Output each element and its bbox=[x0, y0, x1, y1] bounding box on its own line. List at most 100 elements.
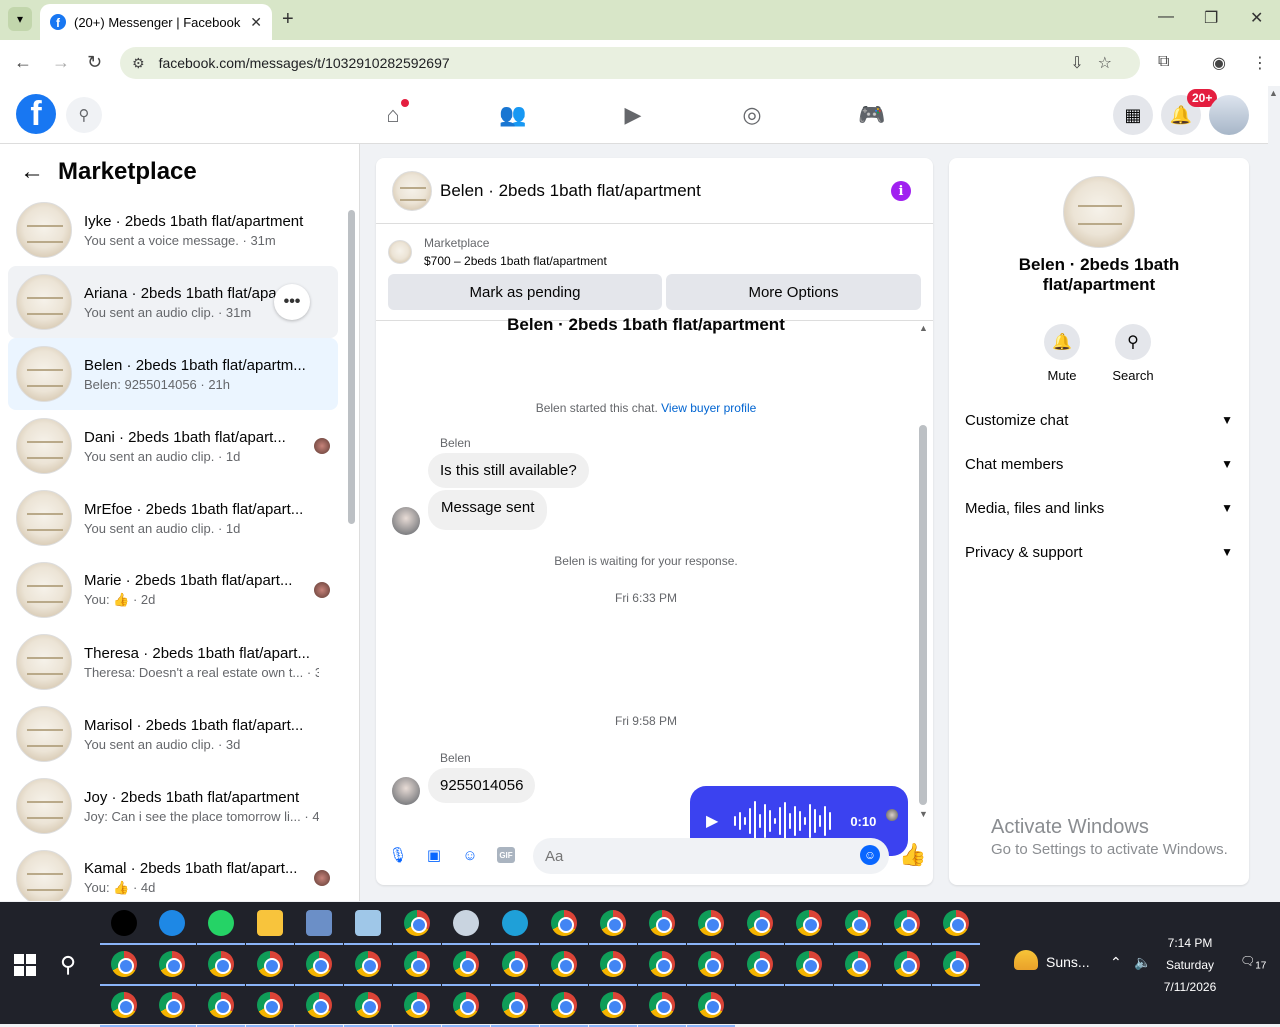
sender-avatar[interactable] bbox=[392, 507, 420, 535]
chrome-icon[interactable] bbox=[551, 992, 577, 1018]
conversation-item[interactable]: Marie · 2beds 1bath flat/apart... You: 👍 … bbox=[8, 554, 338, 626]
chrome-icon[interactable] bbox=[747, 910, 773, 936]
groups-icon[interactable]: ◎ bbox=[738, 102, 766, 128]
more-options-icon[interactable]: ••• bbox=[274, 284, 310, 320]
extensions-icon[interactable]: ⧉ bbox=[1158, 53, 1169, 71]
chat-members-row[interactable]: Chat members ▼ bbox=[965, 442, 1233, 486]
chrome-icon[interactable] bbox=[159, 951, 185, 977]
emoji-icon[interactable]: ☺ bbox=[860, 845, 880, 865]
chrome-icon[interactable] bbox=[747, 951, 773, 977]
chrome-icon[interactable] bbox=[257, 992, 283, 1018]
chrome-icon[interactable] bbox=[502, 992, 528, 1018]
edge-icon[interactable] bbox=[502, 910, 528, 936]
photo-icon[interactable]: ▣ bbox=[424, 845, 444, 865]
chrome-icon[interactable] bbox=[551, 910, 577, 936]
volume-icon[interactable]: 🔈 bbox=[1134, 954, 1151, 971]
chrome-menu-icon[interactable]: ⋮ bbox=[1252, 53, 1268, 73]
thread-scrollbar[interactable] bbox=[919, 425, 927, 805]
whatsapp-icon[interactable] bbox=[208, 910, 234, 936]
thread-scroll-down-arrow[interactable]: ▼ bbox=[919, 809, 928, 819]
chrome-icon[interactable] bbox=[649, 992, 675, 1018]
thumbs-up-icon[interactable]: 👍 bbox=[899, 842, 926, 868]
chrome-icon[interactable] bbox=[845, 910, 871, 936]
gaming-icon[interactable]: 🎮 bbox=[858, 102, 886, 128]
conversation-item[interactable]: Theresa · 2beds 1bath flat/apart... There… bbox=[8, 626, 338, 698]
message-bubble[interactable]: 9255014056 bbox=[428, 768, 536, 803]
windows-start-icon[interactable] bbox=[14, 954, 36, 976]
chrome-icon[interactable] bbox=[796, 951, 822, 977]
chat-title[interactable]: Belen · 2beds 1bath flat/apartment bbox=[440, 181, 701, 201]
restore-button[interactable]: ❐ bbox=[1204, 8, 1218, 28]
weather-text[interactable]: Suns... bbox=[1046, 954, 1090, 970]
chrome-icon[interactable] bbox=[208, 992, 234, 1018]
chrome-icon[interactable] bbox=[453, 951, 479, 977]
chrome-icon[interactable] bbox=[551, 951, 577, 977]
chrome-icon[interactable] bbox=[943, 951, 969, 977]
thread-scroll-up-arrow[interactable]: ▲ bbox=[919, 323, 928, 333]
friends-icon[interactable]: 👥 bbox=[499, 102, 527, 128]
taskbar-search-icon[interactable]: ⚲ bbox=[60, 952, 76, 978]
play-icon[interactable]: ▶ bbox=[706, 811, 718, 831]
chrome-icon[interactable] bbox=[649, 951, 675, 977]
taskbar-clock[interactable]: 7:14 PM Saturday 7/11/2026 bbox=[1158, 932, 1222, 998]
minimize-button[interactable]: — bbox=[1158, 8, 1174, 26]
chrome-icon[interactable] bbox=[502, 951, 528, 977]
weather-icon[interactable] bbox=[1014, 950, 1038, 970]
forward-button[interactable]: → bbox=[52, 52, 70, 73]
new-tab-button[interactable]: + bbox=[282, 8, 294, 31]
chrome-icon[interactable] bbox=[600, 910, 626, 936]
paint-icon[interactable] bbox=[453, 910, 479, 936]
chrome-icon[interactable] bbox=[796, 910, 822, 936]
notepad-icon[interactable] bbox=[355, 910, 381, 936]
chrome-icon[interactable] bbox=[894, 910, 920, 936]
view-buyer-profile-link[interactable]: View buyer profile bbox=[661, 401, 756, 415]
conversation-item[interactable]: Belen · 2beds 1bath flat/apartm... Belen:… bbox=[8, 338, 338, 410]
chrome-icon[interactable] bbox=[453, 992, 479, 1018]
sticker-icon[interactable]: ☺ bbox=[460, 845, 480, 865]
chrome-icon[interactable] bbox=[111, 951, 137, 977]
chrome-icon[interactable] bbox=[355, 951, 381, 977]
chrome-icon[interactable] bbox=[306, 992, 332, 1018]
conversation-item[interactable]: MrEfoe · 2beds 1bath flat/apart... You se… bbox=[8, 482, 338, 554]
chrome-icon[interactable] bbox=[943, 910, 969, 936]
chrome-icon[interactable] bbox=[111, 992, 137, 1018]
chrome-icon[interactable] bbox=[208, 951, 234, 977]
video-icon[interactable]: ▶ bbox=[619, 102, 647, 128]
message-bubble[interactable]: Message sent bbox=[428, 490, 548, 530]
chrome-icon[interactable] bbox=[698, 992, 724, 1018]
account-avatar[interactable] bbox=[1209, 95, 1249, 135]
privacy-support-row[interactable]: Privacy & support ▼ bbox=[965, 530, 1233, 574]
microphone-icon[interactable]: 🎙 bbox=[388, 845, 408, 865]
close-tab-icon[interactable]: ✕ bbox=[250, 14, 262, 31]
notification-center-icon[interactable]: 🗨17 bbox=[1240, 954, 1266, 971]
facebook-logo-icon[interactable]: f bbox=[16, 94, 56, 134]
profile-icon[interactable]: ◉ bbox=[1212, 53, 1226, 73]
sender-avatar[interactable] bbox=[392, 777, 420, 805]
chrome-icon[interactable] bbox=[698, 910, 724, 936]
chrome-icon[interactable] bbox=[845, 951, 871, 977]
reload-button[interactable]: ↻ bbox=[87, 52, 102, 73]
install-and-bookmark-icons[interactable]: ⇩☆ bbox=[1070, 53, 1126, 73]
chrome-icon[interactable] bbox=[404, 910, 430, 936]
address-bar[interactable]: ⚙ facebook.com/messages/t/10329102825926… bbox=[120, 47, 1140, 79]
page-scroll-up-arrow[interactable]: ▲ bbox=[1269, 88, 1278, 98]
chrome-icon[interactable] bbox=[600, 992, 626, 1018]
chat-avatar[interactable] bbox=[392, 170, 432, 211]
show-hidden-icons[interactable]: ⌃ bbox=[1110, 954, 1122, 971]
chrome-icon[interactable] bbox=[894, 951, 920, 977]
contact-avatar[interactable] bbox=[1063, 176, 1135, 248]
search-conversation-button[interactable]: ⚲ Search bbox=[1103, 324, 1163, 383]
back-arrow-icon[interactable]: ← bbox=[20, 158, 44, 186]
chrome-icon[interactable] bbox=[159, 992, 185, 1018]
conversation-item[interactable]: Ariana · 2beds 1bath flat/apa... You sent… bbox=[8, 266, 338, 338]
sidebar-scrollbar[interactable] bbox=[348, 210, 355, 524]
conversation-item[interactable]: Joy · 2beds 1bath flat/apartment Joy: Can… bbox=[8, 770, 338, 842]
media-files-links-row[interactable]: Media, files and links ▼ bbox=[965, 486, 1233, 530]
search-icon[interactable]: ⚲ bbox=[66, 97, 102, 133]
conversation-item[interactable]: Iyke · 2beds 1bath flat/apartment You sen… bbox=[8, 194, 338, 266]
close-window-button[interactable]: ✕ bbox=[1250, 8, 1263, 28]
control-panel-icon[interactable] bbox=[306, 910, 332, 936]
site-info-icon[interactable]: ⚙ bbox=[132, 55, 145, 72]
chrome-icon[interactable] bbox=[355, 992, 381, 1018]
gif-icon[interactable]: GIF bbox=[497, 847, 515, 863]
